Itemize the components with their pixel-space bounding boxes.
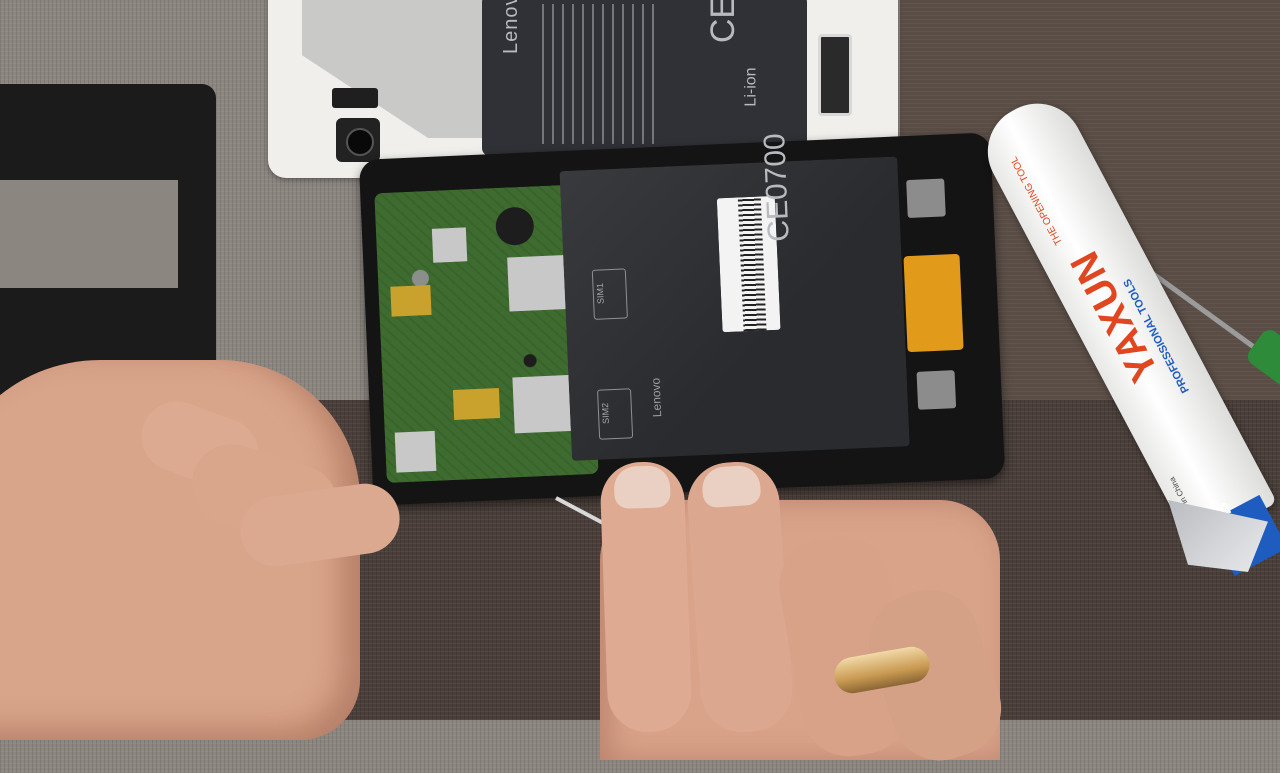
sim-slot-top [507,255,568,312]
sim1-marker: SIM1 [591,268,628,320]
vibration-motor-icon [494,206,535,247]
sim2-label: SIM2 [600,402,612,425]
fingernail [700,464,762,509]
speaker-grill [906,178,946,219]
battery-brand: Lenovo [648,377,665,418]
battery-print-lines [542,4,662,144]
fingernail [613,465,671,510]
battery-ce-mark: CE [704,0,743,44]
back-cover-connector [818,34,852,116]
sim1-label: SIM1 [594,282,606,305]
battery-ce-mark: CE0700 [758,132,796,243]
board-chip [431,227,468,263]
speaker-grill [916,370,957,410]
opened-phone: CE0700 Lenovo SIM1 SIM2 [358,132,1006,506]
sim2-marker: SIM2 [597,388,634,440]
installed-battery: CE0700 Lenovo SIM1 SIM2 [559,133,910,461]
battery-brand: Lenovo [500,0,522,54]
camera-module-icon [336,118,380,162]
right-middle-finger [684,459,796,735]
usb-port-shield [394,430,437,473]
orange-flex-cable [903,253,964,353]
sim-slot-bottom [512,374,573,434]
removed-battery: Lenovo CE Li-ion [482,0,807,156]
midframe-cutout [0,180,178,288]
right-index-finger [599,460,693,734]
battery-chemistry: Li-ion [742,67,760,107]
camera-flex [332,88,378,108]
gold-contact-pad [452,388,501,421]
gold-contact-pad [390,284,432,317]
